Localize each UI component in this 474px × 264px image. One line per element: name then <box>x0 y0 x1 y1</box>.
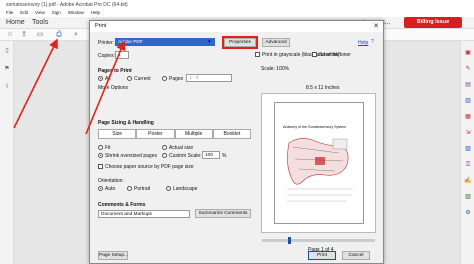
arrow-to-printer-select <box>85 40 126 135</box>
annotation-arrows <box>13 38 126 135</box>
arrow-to-print-icon <box>13 38 58 129</box>
